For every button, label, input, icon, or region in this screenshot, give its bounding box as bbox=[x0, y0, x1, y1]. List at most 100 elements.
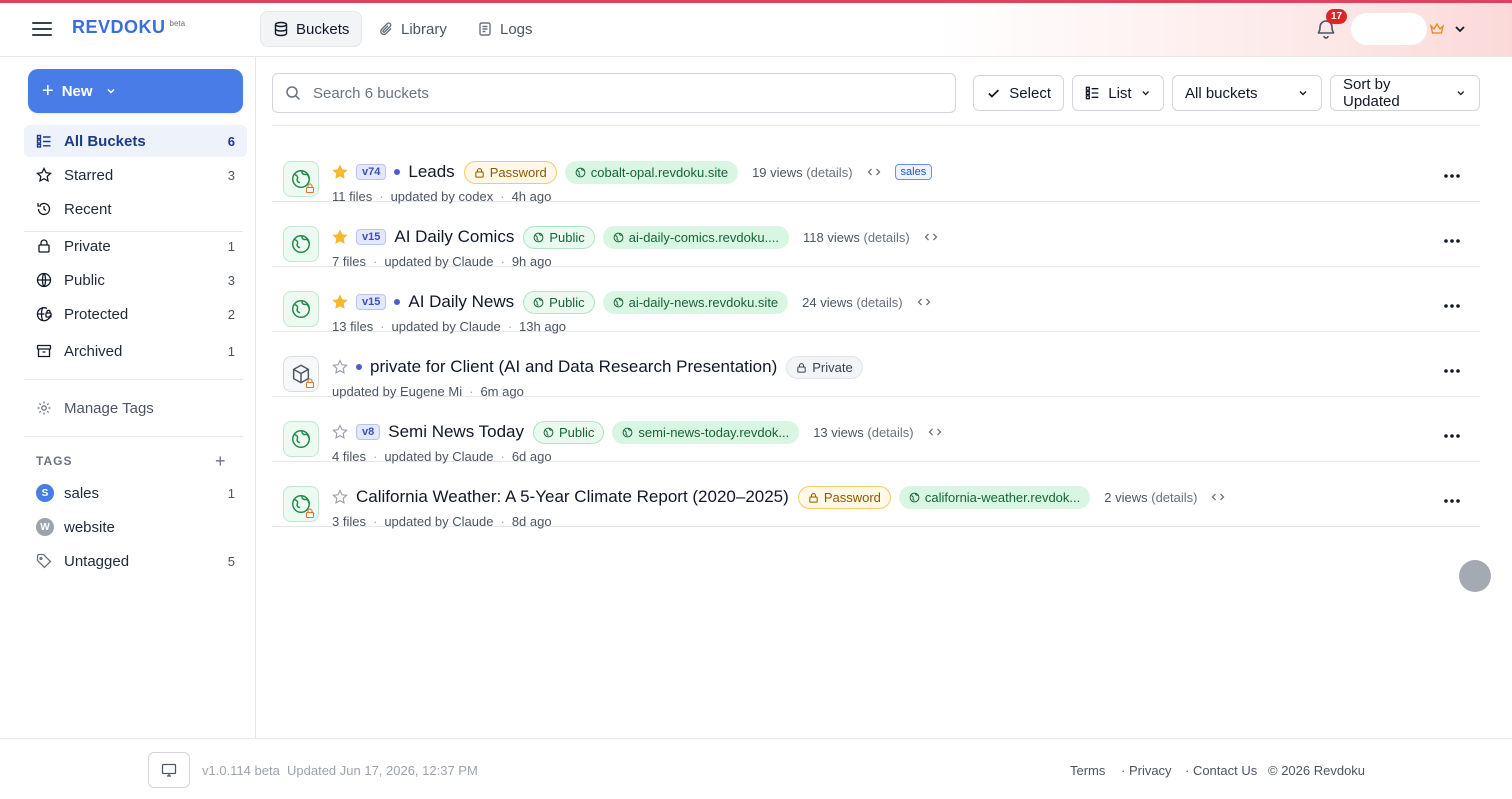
more-options-icon[interactable] bbox=[1442, 432, 1462, 440]
notification-badge: 17 bbox=[1326, 9, 1348, 24]
details-link[interactable]: (details) bbox=[856, 295, 902, 310]
sidebar-divider bbox=[24, 379, 243, 380]
bucket-name[interactable]: AI Daily News bbox=[408, 292, 514, 312]
code-icon[interactable] bbox=[924, 230, 938, 244]
tag-avatar: S bbox=[36, 484, 54, 502]
select-button[interactable]: Select bbox=[973, 75, 1064, 111]
contact-link[interactable]: · Contact Us bbox=[1185, 763, 1257, 778]
bucket-name[interactable]: Leads bbox=[408, 162, 454, 182]
domain-link[interactable]: ai-daily-comics.revdoku.... bbox=[602, 225, 790, 249]
tab-library[interactable]: Library bbox=[366, 11, 459, 47]
top-bar: REVDOKU beta Buckets Library Logs 17 bbox=[0, 3, 1512, 57]
sidebar-item-public[interactable]: Public 3 bbox=[24, 264, 247, 296]
lock-icon bbox=[809, 492, 818, 503]
sidebar-item-private[interactable]: Private 1 bbox=[24, 230, 247, 262]
sidebar-item-label: Manage Tags bbox=[64, 399, 154, 417]
details-link[interactable]: (details) bbox=[867, 425, 913, 440]
search-box[interactable] bbox=[272, 73, 956, 113]
check-icon bbox=[988, 89, 1000, 98]
code-icon[interactable] bbox=[867, 165, 881, 179]
version-badge: v8 bbox=[356, 424, 381, 440]
code-icon[interactable] bbox=[917, 295, 931, 309]
sidebar-item-protected[interactable]: Protected 2 bbox=[24, 298, 247, 330]
bucket-row[interactable]: v74 Leads Password cobalt-opal.revdoku.s… bbox=[272, 137, 1480, 204]
globe-icon bbox=[533, 297, 544, 307]
tab-buckets[interactable]: Buckets bbox=[260, 11, 363, 47]
sidebar-item-label: website bbox=[64, 518, 115, 536]
domain-link[interactable]: ai-daily-news.revdoku.site bbox=[602, 290, 789, 314]
sidebar-tag-untagged[interactable]: Untagged 5 bbox=[24, 545, 247, 577]
access-label: Public bbox=[559, 424, 595, 440]
star-icon[interactable] bbox=[332, 164, 348, 180]
user-avatar[interactable] bbox=[1351, 13, 1427, 45]
bucket-avatar bbox=[283, 291, 319, 327]
details-link[interactable]: (details) bbox=[806, 165, 852, 180]
sidebar-tag-website[interactable]: W website bbox=[24, 511, 247, 543]
privacy-link[interactable]: · Privacy bbox=[1121, 763, 1172, 778]
domain-link[interactable]: semi-news-today.revdok... bbox=[612, 420, 800, 444]
sidebar-tag-sales[interactable]: S sales 1 bbox=[24, 477, 247, 509]
bucket-filter-dropdown[interactable]: All buckets bbox=[1172, 75, 1322, 111]
code-icon[interactable] bbox=[928, 425, 942, 439]
version-badge: v15 bbox=[356, 229, 387, 245]
tab-logs[interactable]: Logs bbox=[465, 11, 545, 47]
bucket-row[interactable]: v15 AI Daily Comics Public ai-daily-comi… bbox=[272, 202, 1480, 269]
sidebar-item-all-buckets[interactable]: All Buckets 6 bbox=[24, 125, 247, 157]
search-icon bbox=[286, 86, 301, 101]
filter-label: All buckets bbox=[1185, 84, 1258, 102]
bucket-name[interactable]: AI Daily Comics bbox=[394, 227, 514, 247]
bucket-row[interactable]: California Weather: A 5-Year Climate Rep… bbox=[272, 462, 1480, 529]
logo[interactable]: REVDOKU beta bbox=[72, 17, 185, 38]
plus-icon: + bbox=[42, 80, 54, 102]
history-icon bbox=[37, 202, 51, 216]
new-button[interactable]: + New bbox=[28, 69, 243, 113]
menu-icon[interactable] bbox=[32, 19, 52, 39]
display-mode-button[interactable] bbox=[148, 752, 190, 788]
version-badge: v74 bbox=[356, 164, 387, 180]
bucket-row[interactable]: private for Client (AI and Data Research… bbox=[272, 332, 1480, 399]
domain-label: semi-news-today.revdok... bbox=[638, 424, 790, 440]
chevron-down-icon[interactable] bbox=[1452, 21, 1468, 37]
view-mode-dropdown[interactable]: List bbox=[1072, 75, 1164, 111]
view-count: 2 views (details) bbox=[1104, 490, 1197, 505]
details-link[interactable]: (details) bbox=[1151, 490, 1197, 505]
main-content: Select List All buckets Sort by Updated … bbox=[256, 57, 1512, 738]
bucket-name[interactable]: Semi News Today bbox=[388, 422, 524, 442]
sidebar-item-recent[interactable]: Recent bbox=[24, 193, 247, 225]
search-input[interactable] bbox=[313, 84, 955, 102]
sort-dropdown[interactable]: Sort by Updated bbox=[1330, 75, 1480, 111]
app-version: v1.0.114 beta bbox=[202, 763, 280, 778]
more-options-icon[interactable] bbox=[1442, 497, 1462, 505]
add-tag-button[interactable]: + bbox=[215, 451, 226, 472]
list-icon bbox=[36, 134, 51, 148]
domain-link[interactable]: cobalt-opal.revdoku.site bbox=[564, 160, 739, 184]
bucket-avatar bbox=[283, 226, 319, 262]
star-icon[interactable] bbox=[332, 229, 348, 245]
bucket-name[interactable]: private for Client (AI and Data Research… bbox=[370, 357, 777, 377]
domain-link[interactable]: california-weather.revdok... bbox=[898, 485, 1091, 509]
star-icon[interactable] bbox=[332, 294, 348, 310]
bucket-row[interactable]: v15 AI Daily News Public ai-daily-news.r… bbox=[272, 267, 1480, 334]
view-count: 24 views (details) bbox=[802, 295, 902, 310]
details-link[interactable]: (details) bbox=[864, 230, 910, 245]
code-icon[interactable] bbox=[1211, 490, 1225, 504]
bucket-name[interactable]: California Weather: A 5-Year Climate Rep… bbox=[356, 487, 789, 507]
tag-chip[interactable]: sales bbox=[894, 164, 933, 180]
more-options-icon[interactable] bbox=[1442, 237, 1462, 245]
sidebar-item-manage-tags[interactable]: Manage Tags bbox=[24, 392, 247, 424]
star-outline-icon[interactable] bbox=[332, 489, 348, 505]
lock-icon bbox=[797, 362, 806, 373]
sidebar-item-starred[interactable]: Starred 3 bbox=[24, 159, 247, 191]
bucket-row[interactable]: v8 Semi News Today Public semi-news-toda… bbox=[272, 397, 1480, 464]
star-outline-icon[interactable] bbox=[332, 424, 348, 440]
more-options-icon[interactable] bbox=[1442, 302, 1462, 310]
terms-link[interactable]: Terms bbox=[1070, 763, 1105, 778]
star-outline-icon[interactable] bbox=[332, 359, 348, 375]
sidebar-item-archived[interactable]: Archived 1 bbox=[24, 335, 247, 367]
more-options-icon[interactable] bbox=[1442, 367, 1462, 375]
access-label: Password bbox=[489, 164, 547, 180]
more-options-icon[interactable] bbox=[1442, 172, 1462, 180]
views-label: 2 views bbox=[1104, 489, 1148, 505]
sidebar-item-label: Archived bbox=[64, 342, 123, 360]
tag-avatar: W bbox=[36, 518, 54, 536]
